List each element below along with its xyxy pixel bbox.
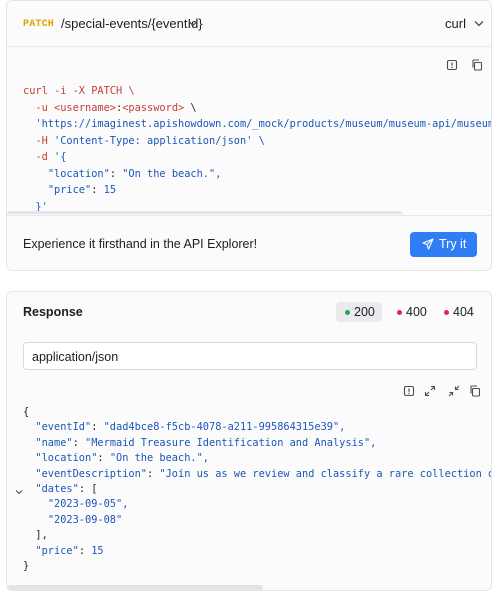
chevron-down-icon[interactable] [474,20,484,27]
status-tab-200[interactable]: 200 [336,302,382,322]
explorer-prompt: Experience it firsthand in the API Explo… [23,237,258,251]
content-type-value: application/json [32,350,119,364]
success-dot-icon [345,310,350,315]
curl-command: curl -i -X PATCH \ -u <username>:<passwo… [23,85,491,213]
api-explorer-bar: Experience it firsthand in the API Explo… [7,215,491,270]
chevron-down-icon[interactable] [188,20,198,27]
request-header: PATCH /special-events/{eventId} curl [7,1,491,47]
request-sample-card: PATCH /special-events/{eventId} curl cur… [6,0,492,271]
response-header: Response 200 400 404 [7,292,491,332]
response-title: Response [23,305,83,319]
copy-icon[interactable] [470,58,484,72]
status-tab-400[interactable]: 400 [388,302,430,322]
response-scrollbar[interactable] [7,585,263,590]
try-it-label: Try it [439,237,467,251]
info-icon[interactable] [402,384,416,398]
send-icon [422,238,434,250]
try-it-button[interactable]: Try it [410,232,477,257]
error-dot-icon [397,310,402,315]
expand-icon[interactable] [423,384,437,398]
chevron-down-icon[interactable] [15,489,23,495]
request-code-block: curl -i -X PATCH \ -u <username>:<passwo… [7,48,491,214]
copy-icon[interactable] [468,384,482,398]
code-scrollbar[interactable] [7,211,402,214]
response-sample-card: Response 200 400 404 application/json { … [6,291,492,591]
content-type-select[interactable]: application/json [23,342,477,370]
collapse-icon[interactable] [447,384,461,398]
language-selector[interactable]: curl [445,16,466,31]
status-tab-404[interactable]: 404 [435,302,481,322]
response-json: { "eventId": "dad4bce8-f5cb-4078-a211-99… [23,406,491,573]
endpoint-path[interactable]: /special-events/{eventId} [61,16,203,31]
report-icon[interactable] [445,58,459,72]
http-method-badge: PATCH [23,19,55,30]
error-dot-icon [444,310,449,315]
